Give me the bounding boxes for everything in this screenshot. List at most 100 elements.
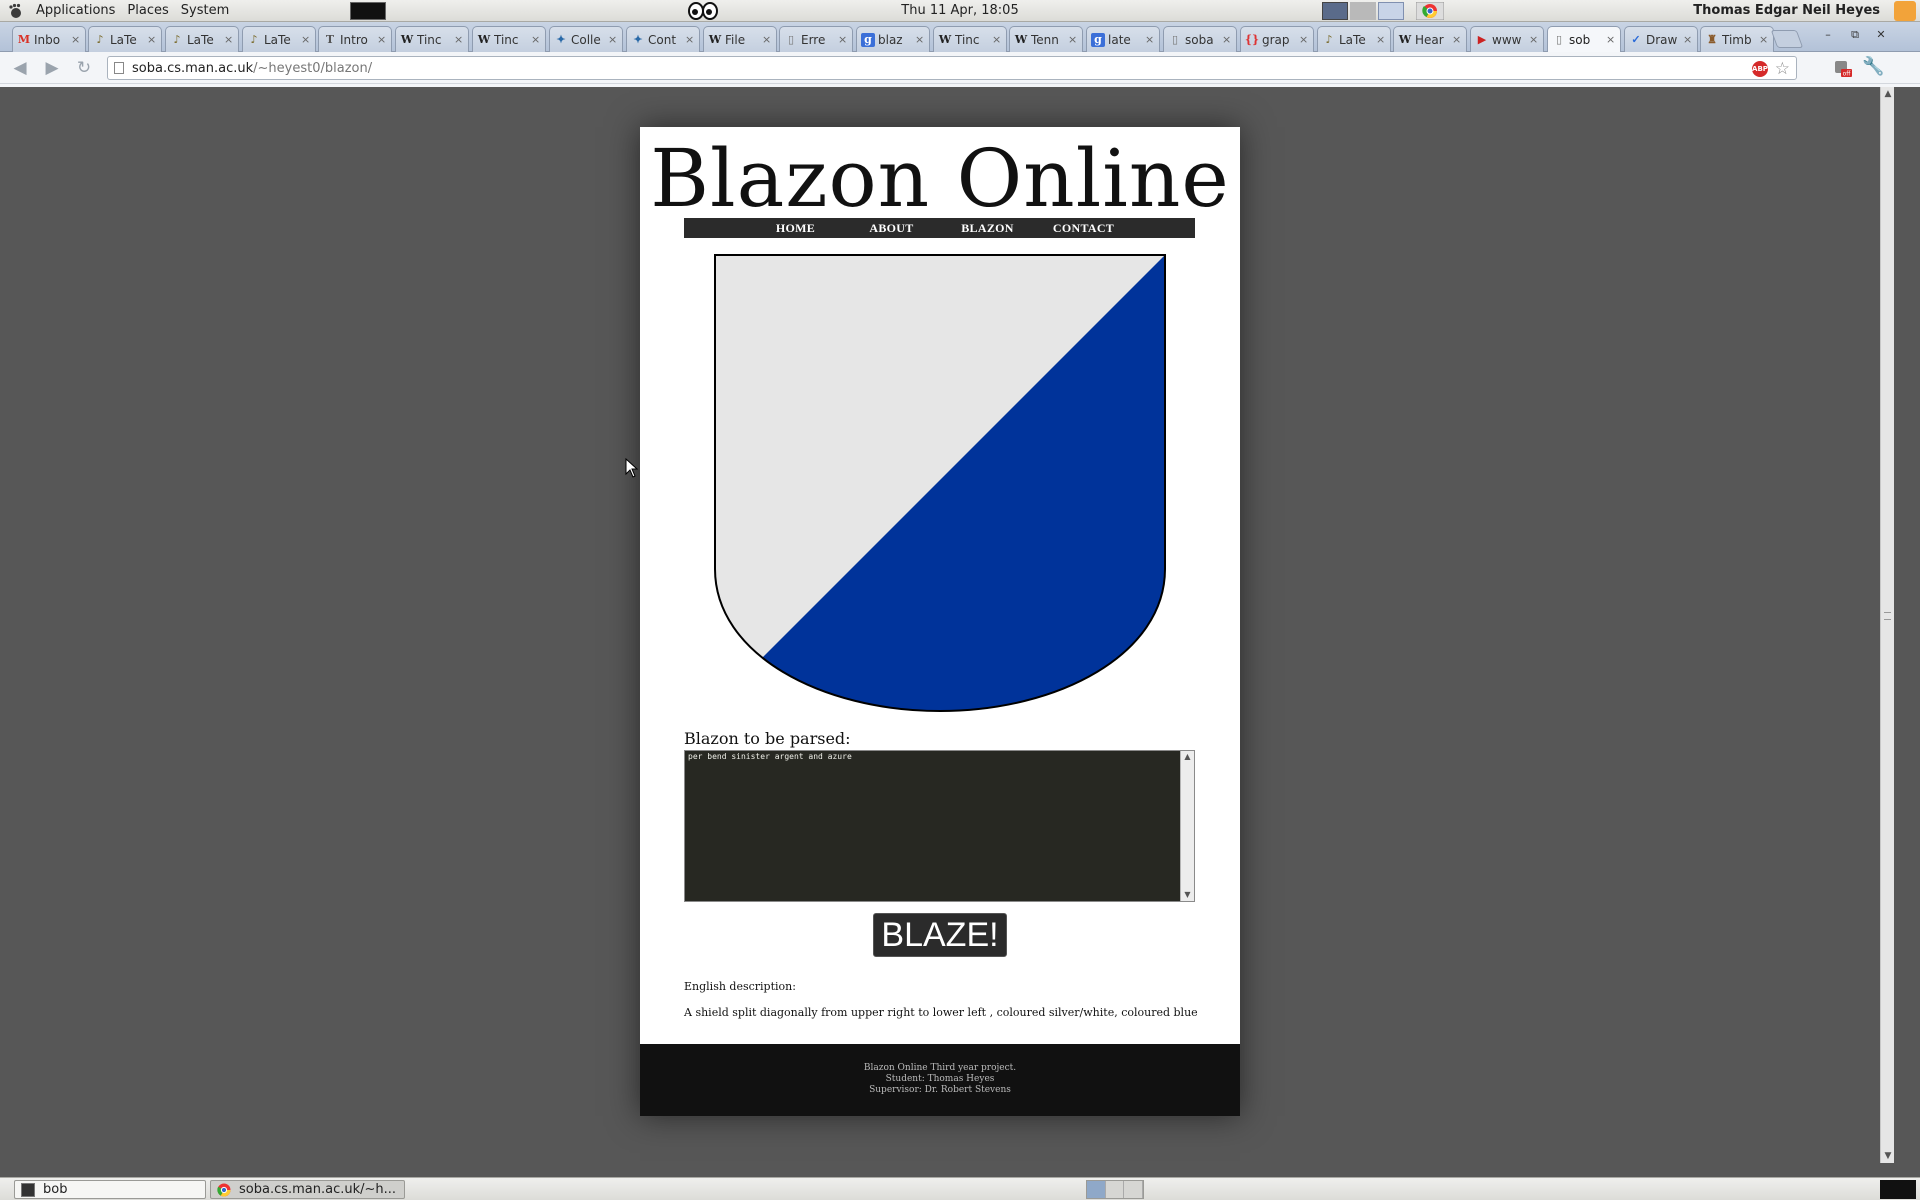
close-tab-icon[interactable]: × xyxy=(1759,33,1769,46)
browser-tab[interactable]: ▯ Erre × xyxy=(779,26,853,52)
browser-tab[interactable]: g blaz × xyxy=(856,26,930,52)
browser-tab[interactable]: ▯ sob × xyxy=(1547,26,1621,52)
close-tab-icon[interactable]: × xyxy=(1606,33,1616,46)
browser-tab[interactable]: M Inbo × xyxy=(12,26,86,52)
browser-tab[interactable]: ♪ LaTe × xyxy=(165,26,239,52)
user-avatar-icon[interactable] xyxy=(1894,1,1916,21)
close-tab-icon[interactable]: × xyxy=(224,33,234,46)
browser-tab[interactable]: ✦ Cont × xyxy=(626,26,700,52)
restore-icon[interactable]: ⧉ xyxy=(1845,28,1865,42)
tab-label: sob xyxy=(1569,32,1591,47)
browser-tab[interactable]: W Tinc × xyxy=(395,26,469,52)
browser-tab[interactable]: g late × xyxy=(1086,26,1160,52)
reload-icon[interactable]: ↻ xyxy=(72,57,96,79)
close-tab-icon[interactable]: × xyxy=(1299,33,1309,46)
browser-tab[interactable]: W Tinc × xyxy=(472,26,546,52)
new-tab-button[interactable] xyxy=(1770,30,1804,48)
browser-tab[interactable]: ✦ Colle × xyxy=(549,26,623,52)
tab-label: Tenn xyxy=(1031,32,1059,47)
show-desktop-icon[interactable] xyxy=(1880,1180,1916,1199)
page-scrollbar[interactable]: ▲ ▼ xyxy=(1880,87,1894,1163)
browser-tab[interactable]: T Intro × xyxy=(318,26,392,52)
page-icon: ▯ xyxy=(1555,33,1563,46)
close-tab-icon[interactable]: × xyxy=(685,33,695,46)
extension-icon[interactable]: off xyxy=(1832,58,1852,78)
close-tab-icon[interactable]: × xyxy=(377,33,387,46)
nav-blazon[interactable]: BLAZON xyxy=(940,221,1036,236)
browser-tab[interactable]: W Tinc × xyxy=(933,26,1007,52)
browser-tab[interactable]: W File × xyxy=(703,26,777,52)
taskbar-item-browser[interactable]: soba.cs.man.ac.uk/~h... xyxy=(210,1180,405,1199)
scroll-grip[interactable] xyxy=(1884,612,1891,620)
launcher-icon[interactable] xyxy=(1322,2,1348,20)
close-tab-icon[interactable]: × xyxy=(1145,33,1155,46)
close-tab-icon[interactable]: × xyxy=(531,33,541,46)
taskbar-label: bob xyxy=(43,1182,68,1197)
browser-tab[interactable]: ♪ LaTe × xyxy=(88,26,162,52)
close-tab-icon[interactable]: × xyxy=(1222,33,1232,46)
nav-home[interactable]: HOME xyxy=(748,221,844,236)
scroll-down-icon[interactable]: ▼ xyxy=(1881,1149,1895,1163)
blazon-input[interactable] xyxy=(685,751,1180,901)
close-tab-icon[interactable]: × xyxy=(992,33,1002,46)
close-tab-icon[interactable]: × xyxy=(454,33,464,46)
taskbar-item-terminal[interactable]: bob xyxy=(14,1180,206,1199)
tab-strip: M Inbo × ♪ LaTe × ♪ LaTe × ♪ LaTe × T Intro × W Tinc × W Ti… xyxy=(0,22,1920,52)
close-window-icon[interactable]: ✕ xyxy=(1871,28,1891,42)
wrench-icon[interactable]: 🔧 xyxy=(1862,56,1884,77)
browser-tab[interactable]: W Hear × xyxy=(1393,26,1467,52)
scroll-up-icon[interactable]: ▲ xyxy=(1881,87,1895,101)
browser-tab[interactable]: {} grap × xyxy=(1240,26,1314,52)
workspace-3[interactable] xyxy=(1124,1181,1144,1198)
blazon-input-scrollbar[interactable]: ▲ ▼ xyxy=(1180,751,1194,901)
close-tab-icon[interactable]: × xyxy=(147,33,157,46)
close-tab-icon[interactable]: × xyxy=(301,33,311,46)
workspace-switcher[interactable] xyxy=(1086,1180,1144,1199)
close-tab-icon[interactable]: × xyxy=(1068,33,1078,46)
browser-tab[interactable]: ▶ www × xyxy=(1470,26,1544,52)
gnome-foot-icon[interactable] xyxy=(8,3,24,19)
workspace-2[interactable] xyxy=(1106,1181,1125,1198)
close-tab-icon[interactable]: × xyxy=(838,33,848,46)
workspace-1[interactable] xyxy=(1087,1181,1106,1198)
close-tab-icon[interactable]: × xyxy=(608,33,618,46)
close-tab-icon[interactable]: × xyxy=(1376,33,1386,46)
back-icon[interactable]: ◀ xyxy=(8,57,32,79)
system-menu[interactable]: System xyxy=(175,0,235,22)
close-tab-icon[interactable]: × xyxy=(762,33,772,46)
places-menu[interactable]: Places xyxy=(121,0,174,22)
browser-tab[interactable]: ♜ Timb × xyxy=(1700,26,1774,52)
tab-label: LaTe xyxy=(1339,32,1366,47)
bookmark-star-icon[interactable]: ☆ xyxy=(1775,59,1790,79)
browser-tab[interactable]: ▯ soba × xyxy=(1163,26,1237,52)
blazon-input-label: Blazon to be parsed: xyxy=(684,729,851,748)
terminal-launcher-icon[interactable] xyxy=(350,2,386,20)
forward-icon[interactable]: ▶ xyxy=(40,57,64,79)
panel-clock[interactable]: Thu 11 Apr, 18:05 xyxy=(0,0,1920,22)
browser-tab[interactable]: ♪ LaTe × xyxy=(1317,26,1391,52)
close-tab-icon[interactable]: × xyxy=(1452,33,1462,46)
nav-about[interactable]: ABOUT xyxy=(844,221,940,236)
user-name[interactable]: Thomas Edgar Neil Heyes xyxy=(1693,0,1880,22)
close-tab-icon[interactable]: × xyxy=(915,33,925,46)
chrome-launcher-icon[interactable] xyxy=(1416,2,1444,20)
applications-menu[interactable]: Applications xyxy=(30,0,121,22)
close-tab-icon[interactable]: × xyxy=(1683,33,1693,46)
adblock-icon[interactable]: ABP xyxy=(1752,61,1768,77)
close-tab-icon[interactable]: × xyxy=(71,33,81,46)
close-tab-icon[interactable]: × xyxy=(1529,33,1539,46)
launcher-icon[interactable] xyxy=(1350,2,1376,20)
nav-contact[interactable]: CONTACT xyxy=(1036,221,1132,236)
browser-tab[interactable]: ♪ LaTe × xyxy=(242,26,316,52)
google-icon: g xyxy=(1091,32,1105,47)
browser-tab[interactable]: ✓ Draw × xyxy=(1624,26,1698,52)
launcher-icon[interactable] xyxy=(1378,2,1404,20)
blaze-button[interactable]: BLAZE! xyxy=(873,913,1007,957)
browser-toolbar: ◀ ▶ ↻ soba.cs.man.ac.uk/~heyest0/blazon/… xyxy=(0,52,1920,84)
minimize-icon[interactable]: – xyxy=(1818,28,1838,42)
address-bar[interactable]: soba.cs.man.ac.uk/~heyest0/blazon/ ABP ☆ xyxy=(107,56,1797,80)
browser-tab[interactable]: W Tenn × xyxy=(1009,26,1083,52)
bottom-panel: bob soba.cs.man.ac.uk/~h... xyxy=(0,1177,1920,1200)
scroll-down-icon[interactable]: ▼ xyxy=(1181,889,1194,901)
scroll-up-icon[interactable]: ▲ xyxy=(1181,751,1194,763)
